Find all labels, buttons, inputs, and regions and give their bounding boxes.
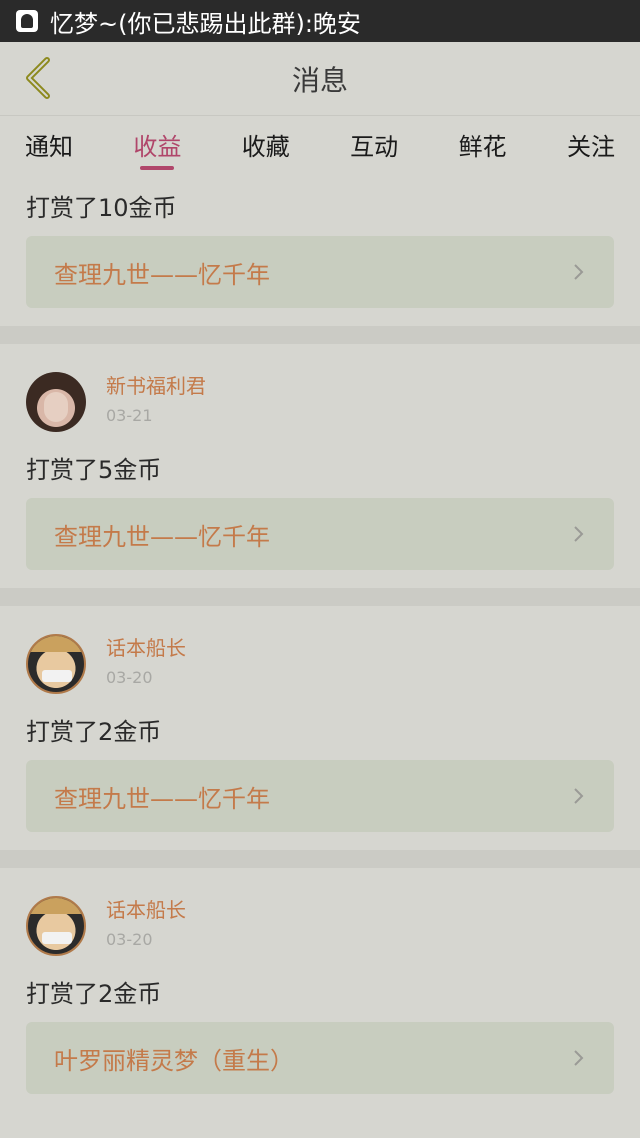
tab-earnings[interactable]: 收益 xyxy=(133,116,181,172)
feed-item: 话本船长 03-20 打赏了2金币 查理九世——忆千年 xyxy=(0,606,640,832)
date: 03-20 xyxy=(106,930,153,949)
tab-notice[interactable]: 通知 xyxy=(25,116,73,172)
tab-favorites[interactable]: 收藏 xyxy=(242,116,290,172)
status-bar: 忆梦~(你已悲踢出此群):晚安 xyxy=(0,0,640,42)
book-link[interactable]: 查理九世——忆千年 xyxy=(26,498,614,570)
book-title: 查理九世——忆千年 xyxy=(54,784,270,813)
book-link[interactable]: 查理九世——忆千年 xyxy=(26,236,614,308)
chevron-right-icon xyxy=(574,264,584,280)
book-title: 查理九世——忆千年 xyxy=(54,260,270,289)
book-link[interactable]: 叶罗丽精灵梦（重生） xyxy=(26,1022,614,1094)
back-button[interactable] xyxy=(18,54,58,102)
page-title: 消息 xyxy=(291,63,348,97)
tip-text: 打赏了5金币 xyxy=(26,456,162,484)
chevron-left-icon xyxy=(26,57,50,99)
book-link[interactable]: 查理九世——忆千年 xyxy=(26,760,614,832)
divider xyxy=(0,850,640,868)
divider xyxy=(0,326,640,344)
avatar[interactable] xyxy=(26,896,86,956)
tab-follows[interactable]: 关注 xyxy=(567,116,615,172)
date: 03-21 xyxy=(106,406,153,425)
tip-text: 打赏了2金币 xyxy=(26,980,162,1008)
tab-interactions[interactable]: 互动 xyxy=(350,116,398,172)
username[interactable]: 话本船长 xyxy=(106,898,186,922)
earnings-feed: 打赏了10金币 查理九世——忆千年 新书福利君 03-21 打赏了5金币 查理九… xyxy=(0,176,640,1112)
tab-bar: 通知 收益 收藏 互动 鲜花 关注 xyxy=(0,116,640,176)
chevron-right-icon xyxy=(574,526,584,542)
book-title: 叶罗丽精灵梦（重生） xyxy=(54,1046,294,1075)
tip-text: 打赏了10金币 xyxy=(26,194,177,222)
username[interactable]: 话本船长 xyxy=(106,636,186,660)
chevron-right-icon xyxy=(574,1050,584,1066)
divider xyxy=(0,588,640,606)
top-bar: 消息 xyxy=(0,42,640,116)
username[interactable]: 新书福利君 xyxy=(106,374,206,398)
feed-item: 新书福利君 03-21 打赏了5金币 查理九世——忆千年 xyxy=(0,344,640,570)
feed-item: 打赏了10金币 查理九世——忆千年 xyxy=(0,176,640,308)
book-title: 查理九世——忆千年 xyxy=(54,522,270,551)
tip-text: 打赏了2金币 xyxy=(26,718,162,746)
chevron-right-icon xyxy=(574,788,584,804)
notification-text: 忆梦~(你已悲踢出此群):晚安 xyxy=(50,9,361,38)
feed-item: 话本船长 03-20 打赏了2金币 叶罗丽精灵梦（重生） xyxy=(0,868,640,1094)
avatar[interactable] xyxy=(26,634,86,694)
qq-notification-icon xyxy=(16,10,38,32)
tab-flowers[interactable]: 鲜花 xyxy=(459,116,507,172)
avatar[interactable] xyxy=(26,372,86,432)
date: 03-20 xyxy=(106,668,153,687)
